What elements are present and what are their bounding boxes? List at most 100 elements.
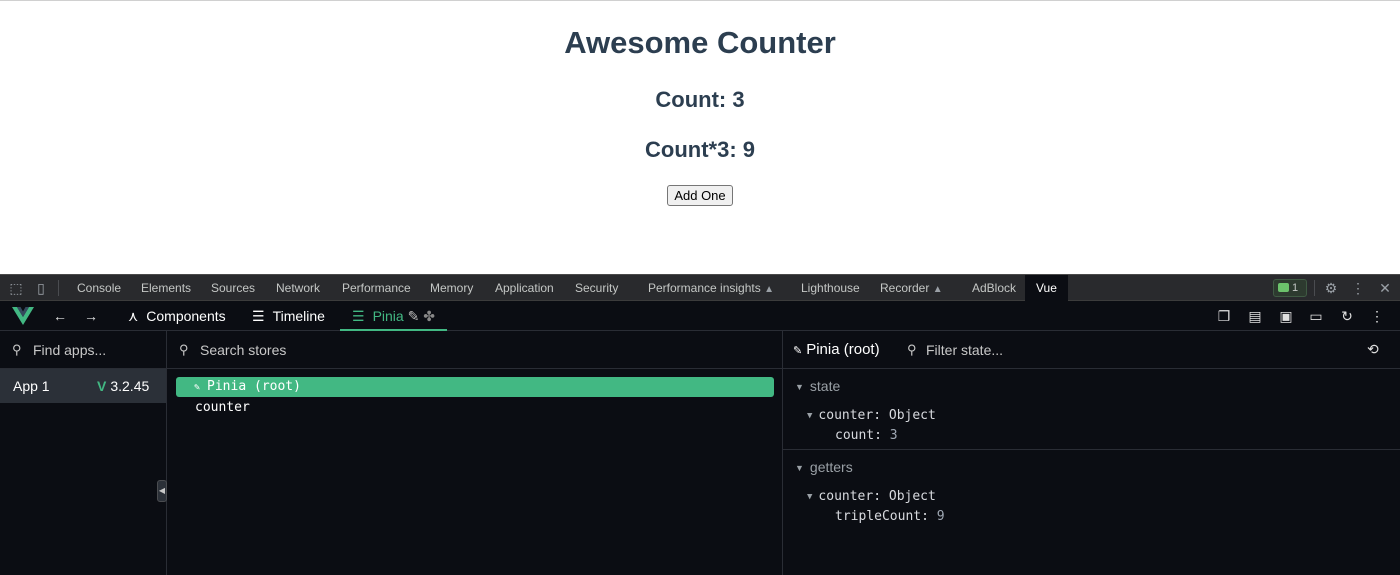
- tabbar-divider: [1314, 280, 1315, 296]
- save-icon[interactable]: ▣: [1277, 307, 1295, 325]
- nav-timeline-label: Timeline: [272, 308, 325, 324]
- search-icon: ⚲: [12, 342, 22, 357]
- copy-icon[interactable]: ❐: [1215, 307, 1233, 325]
- field-value: 3: [889, 428, 898, 443]
- folder-icon[interactable]: ▭: [1307, 307, 1325, 325]
- app-name: App 1: [13, 378, 50, 394]
- app-version-text: 3.2.45: [110, 378, 150, 394]
- state-counter-object[interactable]: ▼ counter: Object: [807, 408, 936, 423]
- count-display: Count: 3: [655, 87, 745, 112]
- object-type: Object: [888, 408, 936, 423]
- field-key: tripleCount:: [835, 509, 929, 524]
- refresh-icon[interactable]: ↻: [1338, 307, 1356, 325]
- section-divider: [783, 449, 1400, 450]
- tab-elements[interactable]: Elements: [141, 275, 191, 301]
- tab-memory[interactable]: Memory: [430, 275, 473, 301]
- find-apps-input[interactable]: [33, 339, 153, 361]
- tab-performance-insights-label: Performance insights: [648, 281, 761, 295]
- triangle-down-icon: ▼: [795, 463, 804, 473]
- state-section-toggle[interactable]: ▼ state: [795, 378, 840, 394]
- forward-arrow-icon[interactable]: →: [82, 307, 100, 325]
- flask-icon: ▲: [764, 284, 774, 295]
- state-section-label: state: [809, 378, 841, 394]
- messages-count: 1: [1292, 282, 1299, 294]
- getters-section-label: getters: [809, 459, 853, 475]
- getters-triplecount-field[interactable]: tripleCount: 9: [835, 509, 945, 524]
- getters-section-toggle[interactable]: ▼ getters: [795, 459, 853, 475]
- gear-icon[interactable]: ⚙: [1322, 279, 1340, 297]
- more-vert-icon[interactable]: ⋮: [1349, 279, 1367, 297]
- back-arrow-icon[interactable]: ←: [51, 307, 69, 325]
- inspector-title-text: Pinia (root): [806, 341, 880, 358]
- messages-badge[interactable]: 1: [1273, 279, 1307, 297]
- device-toggle-icon[interactable]: ▯: [32, 279, 50, 297]
- nav-timeline[interactable]: ☰ Timeline: [252, 301, 325, 331]
- tab-recorder[interactable]: Recorder ▲: [880, 275, 943, 301]
- vue-version-icon: V: [97, 378, 107, 394]
- tab-security[interactable]: Security: [575, 275, 618, 301]
- message-icon: [1278, 283, 1289, 292]
- object-type: Object: [888, 489, 936, 504]
- collapse-pane-handle[interactable]: ◀: [157, 480, 167, 502]
- history-icon[interactable]: ⟲: [1367, 341, 1379, 358]
- store-item-counter[interactable]: counter: [195, 398, 250, 418]
- add-one-button[interactable]: Add One: [667, 185, 733, 206]
- puzzle-icon: ✤: [423, 308, 435, 324]
- app-title: Awesome Counter: [564, 25, 836, 60]
- tab-adblock[interactable]: AdBlock: [972, 275, 1016, 301]
- apps-search-row: ⚲: [0, 331, 166, 369]
- devtools-tabbar: ⬚ ▯ Console Elements Sources Network Per…: [0, 274, 1400, 301]
- app-list-item[interactable]: App 1 V 3.2.45: [0, 369, 166, 403]
- app-version: V 3.2.45: [97, 369, 149, 403]
- inspect-element-icon[interactable]: ⬚: [7, 279, 25, 297]
- pineapple-icon: ✎: [407, 308, 420, 324]
- components-tree-icon: ⋏: [128, 308, 139, 324]
- store-root-label: Pinia (root): [207, 379, 301, 394]
- nav-components-label: Components: [146, 308, 226, 324]
- nav-components[interactable]: ⋏ Components: [128, 301, 226, 331]
- vue-devtools-toolbar: ← → ⋏ Components ☰ Timeline ☰ Pinia ✎ ✤ ❐ ▤…: [0, 301, 1400, 331]
- close-icon[interactable]: ✕: [1376, 279, 1394, 297]
- vue-logo-icon: [12, 307, 34, 325]
- search-stores-input[interactable]: [200, 339, 450, 361]
- app-page: Awesome Counter Count: 3 Count*3: 9 Add …: [0, 0, 1400, 274]
- triangle-down-icon: ▼: [807, 411, 813, 421]
- search-icon: ⚲: [907, 342, 917, 357]
- state-inspector-pane: ✎Pinia (root) ⚲ ⟲ ▼ state ▼ counter: Objec…: [783, 331, 1400, 575]
- tab-vue[interactable]: Vue: [1025, 275, 1068, 301]
- field-value: 9: [936, 509, 945, 524]
- flask-icon: ▲: [932, 284, 943, 295]
- inspector-title: ✎ Pinia (root): [793, 341, 880, 358]
- apps-pane: ⚲ App 1 V3.2.45 ◀: [0, 331, 167, 575]
- tab-console[interactable]: Console: [77, 275, 121, 301]
- tab-application[interactable]: Application: [495, 275, 554, 301]
- filter-state-input[interactable]: [926, 339, 1126, 361]
- object-key: counter:: [818, 489, 882, 504]
- getters-counter-object[interactable]: ▼ counter: Object: [807, 489, 936, 504]
- store-item-root[interactable]: ✎ Pinia (root): [176, 377, 774, 397]
- search-icon: ⚲: [179, 342, 189, 357]
- tab-performance-insights[interactable]: Performance insights ▲: [648, 275, 774, 301]
- clipboard-icon[interactable]: ▤: [1246, 307, 1264, 325]
- devtools-panel: ⬚ ▯ Console Elements Sources Network Per…: [0, 274, 1400, 575]
- field-key: count:: [835, 428, 882, 443]
- tab-lighthouse[interactable]: Lighthouse: [801, 275, 860, 301]
- stores-search-row: ⚲: [167, 331, 782, 369]
- tab-sources[interactable]: Sources: [211, 275, 255, 301]
- nav-pinia-label: Pinia: [372, 308, 404, 324]
- tabbar-divider: [58, 280, 59, 296]
- timeline-icon: ☰: [252, 308, 265, 324]
- triangle-down-icon: ▼: [807, 492, 813, 502]
- state-count-field[interactable]: count: 3: [835, 428, 898, 443]
- tab-network[interactable]: Network: [276, 275, 320, 301]
- pineapple-icon: ✎: [194, 382, 201, 393]
- tab-performance[interactable]: Performance: [342, 275, 411, 301]
- nav-pinia[interactable]: ☰ Pinia ✎ ✤: [340, 301, 447, 331]
- more-vert-icon[interactable]: ⋮: [1368, 307, 1386, 325]
- tab-recorder-label: Recorder: [880, 281, 930, 295]
- stores-pane: ⚲ ✎ Pinia (root) counter: [167, 331, 783, 575]
- inspector-header: ✎Pinia (root) ⚲ ⟲: [783, 331, 1400, 369]
- object-key: counter:: [818, 408, 882, 423]
- triangle-down-icon: ▼: [795, 382, 804, 392]
- pineapple-icon: ✎: [793, 345, 803, 357]
